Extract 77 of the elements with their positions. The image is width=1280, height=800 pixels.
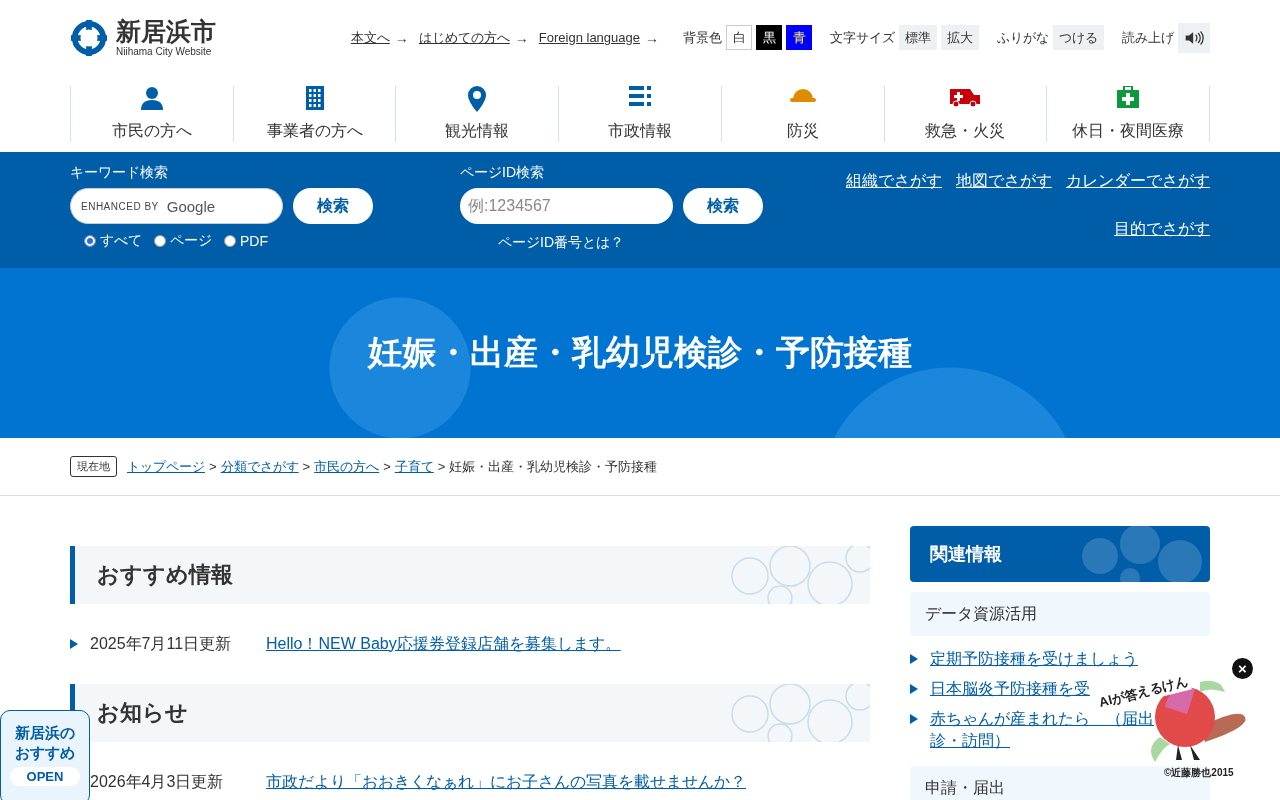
keyword-search-field[interactable]: ENHANCED BY Google [70,188,283,224]
utility-link[interactable]: Foreign language [538,30,640,45]
text-size-button[interactable]: 拡大 [941,25,979,50]
copyright-text: ©近藤勝也2015 [1164,766,1234,780]
radio-label: PDF [240,233,268,249]
speaker-icon [1184,28,1204,47]
breadcrumb-separator: > [302,459,311,474]
bullet-icon [910,714,918,724]
nav-item[interactable]: 市民の方へ [70,85,233,142]
location-badge: 現在地 [70,456,117,477]
radio-button[interactable] [154,235,166,247]
site-subtitle: Niihama City Website [116,45,213,57]
related-link[interactable]: 日本脳炎予防接種を受 [930,678,1090,700]
related-link[interactable]: 定期予防接種を受けましょう [930,648,1138,670]
first-aid-kit-icon [1117,85,1140,108]
page-title: 妊娠・出産・乳幼児検診・予防接種 [368,332,912,373]
background-color-button[interactable]: 白 [726,25,752,50]
page-id-search-label: ページID検索 [460,164,545,182]
nav-item[interactable]: 事業者の方へ [232,85,396,142]
city-emblem-icon [70,17,108,58]
keyword-search-label: キーワード検索 [70,164,169,182]
nav-item[interactable]: 防災 [720,85,884,142]
close-button[interactable]: × [1232,658,1253,679]
building-icon [305,85,324,110]
site-name: 新居浜市 [116,18,216,46]
breadcrumb-separator: > [437,459,446,474]
breadcrumb-link[interactable]: トップページ [127,457,205,476]
find-link[interactable]: 組織でさがす [846,170,942,204]
radio-button[interactable] [84,235,96,247]
text-size-button[interactable]: 標準 [899,25,937,50]
section-title: お知らせ [97,699,188,727]
radio-label: すべて [100,232,142,250]
article-link[interactable]: Hello！NEW Baby応援券登録店舗を募集します。 [266,633,621,655]
nav-item[interactable]: 観光情報 [395,85,559,142]
update-date: 2025年7月11日更新 [90,633,233,654]
map-pin-icon [468,85,487,112]
text-size-label: 文字サイズ [830,28,895,47]
section-title: おすすめ情報 [97,561,233,589]
breadcrumb-current: 妊娠・出産・乳幼児検診・予防接種 [449,457,658,476]
nav-item[interactable]: 救急・火災 [883,85,1047,142]
breadcrumb-separator: > [383,459,391,474]
update-date: 2026年4月3日更新 [90,771,225,792]
breadcrumb-link[interactable]: 分類でさがす [220,457,299,476]
nav-item[interactable]: 市政情報 [558,85,721,142]
furigana-label: ふりがな [997,28,1049,47]
page-id-field[interactable]: 例:1234567 [460,188,673,224]
breadcrumb-link[interactable]: 市民の方へ [314,457,380,476]
arrow-icon: → [645,29,659,46]
sidebar-category: データ資源活用 [910,592,1210,636]
speaker-button[interactable] [1178,22,1210,53]
find-link[interactable]: カレンダーでさがす [1066,170,1210,204]
find-link[interactable]: 地図でさがす [956,170,1052,204]
recommend-button[interactable]: 新居浜の おすすめ OPEN [0,710,90,800]
person-icon [139,85,164,110]
radio-label: ページ [170,232,212,250]
breadcrumb-separator: > [209,459,217,474]
radio-button[interactable] [224,235,236,247]
utility-link[interactable]: はじめての方へ [418,28,510,47]
nav-item[interactable]: 休日・夜間医療 [1046,85,1211,142]
sidebar-title: 関連情報 [930,543,1002,566]
arrow-icon: → [514,29,529,46]
find-link[interactable]: 目的でさがす [1114,218,1210,252]
read-aloud-label: 読み上げ [1122,28,1174,47]
page-id-help-link[interactable]: ページID番号とは？ [498,234,780,252]
bullet-icon [910,684,918,694]
background-color-label: 背景色 [683,28,722,47]
bullet-icon [910,654,918,664]
background-color-button[interactable]: 黒 [756,25,782,50]
list-icon [629,85,651,106]
furigana-button[interactable]: つける [1053,25,1104,50]
arrow-icon: → [394,29,409,46]
search-button[interactable]: 検索 [683,188,763,224]
utility-link[interactable]: 本文へ [350,28,390,47]
search-button[interactable]: 検索 [293,188,373,224]
article-link[interactable]: 市政だより「おおきくなぁれ」にお子さんの写真を載せませんか？ [266,771,746,793]
breadcrumb-link[interactable]: 子育て [394,457,434,476]
background-color-button[interactable]: 青 [786,25,812,50]
